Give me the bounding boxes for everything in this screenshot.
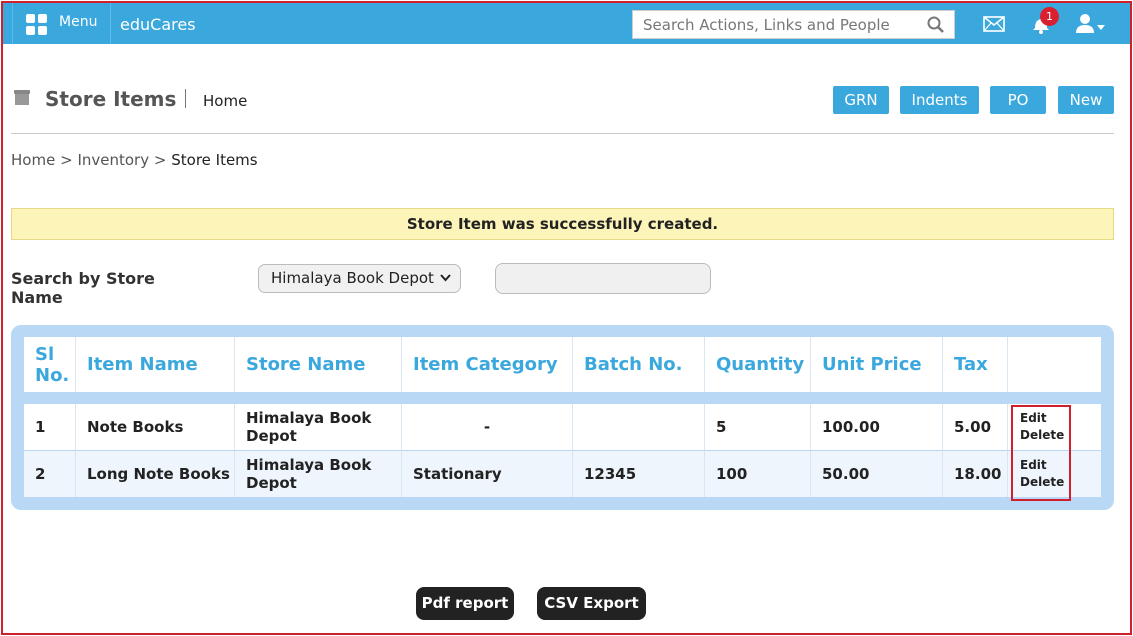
cell-item-category: - (402, 404, 573, 450)
search-icon[interactable] (926, 15, 946, 35)
menu-label: Menu (59, 14, 98, 30)
divider (11, 133, 1114, 134)
column-header: Quantity (705, 337, 811, 392)
caret-down-icon[interactable] (1097, 25, 1105, 30)
chevron-down-icon (440, 274, 451, 282)
top-navbar: Menu eduCares (3, 3, 1130, 44)
search-by-store-label: Search by Store Name (11, 269, 155, 307)
po-button[interactable]: PO (990, 86, 1046, 114)
grn-button[interactable]: GRN (833, 86, 889, 114)
column-header: Unit Price (811, 337, 943, 392)
title-divider (185, 89, 186, 108)
menu-button[interactable]: Menu (12, 3, 111, 44)
success-alert: Store Item was successfully created. (11, 208, 1114, 240)
cell-quantity: 100 (705, 451, 811, 497)
column-header: Item Category (402, 337, 573, 392)
table-header-row: Sl No. Item Name Store Name Item Categor… (24, 337, 1101, 392)
column-header: Store Name (235, 337, 402, 392)
new-button[interactable]: New (1058, 86, 1114, 114)
breadcrumb-home[interactable]: Home (11, 151, 55, 169)
cell-batch-no (573, 404, 705, 450)
column-header (1008, 337, 1101, 392)
cell-item-name: Long Note Books (76, 451, 235, 497)
pdf-report-button[interactable]: Pdf report (416, 587, 514, 620)
breadcrumb-current: Store Items (171, 151, 258, 169)
box-icon (14, 90, 30, 105)
page-subtitle: Home (203, 92, 248, 110)
breadcrumb: Home > Inventory > Store Items (11, 151, 258, 169)
breadcrumb-inventory[interactable]: Inventory (77, 151, 149, 169)
breadcrumb-separator: > (60, 151, 73, 169)
cell-store-name: Himalaya Book Depot (235, 404, 402, 450)
column-header: Batch No. (573, 337, 705, 392)
cell-batch-no: 12345 (573, 451, 705, 497)
global-search (632, 10, 955, 39)
cell-tax: 18.00 (943, 451, 1008, 497)
grid-icon (26, 14, 48, 36)
brand-link[interactable]: eduCares (120, 15, 196, 34)
breadcrumb-separator: > (153, 151, 167, 169)
store-items-table: Sl No. Item Name Store Name Item Categor… (11, 325, 1114, 510)
store-search-input[interactable] (495, 263, 711, 294)
cell-unit-price: 100.00 (811, 404, 943, 450)
page-title: Store Items (45, 87, 177, 111)
column-header: Sl No. (24, 337, 76, 392)
cell-tax: 5.00 (943, 404, 1008, 450)
table-row: 2 Long Note Books Himalaya Book Depot St… (24, 451, 1101, 497)
search-input[interactable] (641, 11, 925, 39)
mail-icon[interactable] (983, 16, 1005, 32)
table-row: 1 Note Books Himalaya Book Depot - 5 100… (24, 404, 1101, 450)
indents-button[interactable]: Indents (900, 86, 979, 114)
cell-sl-no: 2 (24, 451, 76, 497)
actions-highlight-box (1011, 405, 1071, 501)
cell-quantity: 5 (705, 404, 811, 450)
cell-unit-price: 50.00 (811, 451, 943, 497)
cell-store-name: Himalaya Book Depot (235, 451, 402, 497)
cell-item-name: Note Books (76, 404, 235, 450)
csv-export-button[interactable]: CSV Export (537, 587, 646, 620)
store-select-value: Himalaya Book Depot (271, 269, 434, 287)
notification-badge: 1 (1040, 7, 1059, 26)
cell-sl-no: 1 (24, 404, 76, 450)
column-header: Item Name (76, 337, 235, 392)
user-icon[interactable] (1075, 12, 1097, 34)
cell-item-category: Stationary (402, 451, 573, 497)
store-select[interactable]: Himalaya Book Depot (258, 264, 461, 293)
column-header: Tax (943, 337, 1008, 392)
